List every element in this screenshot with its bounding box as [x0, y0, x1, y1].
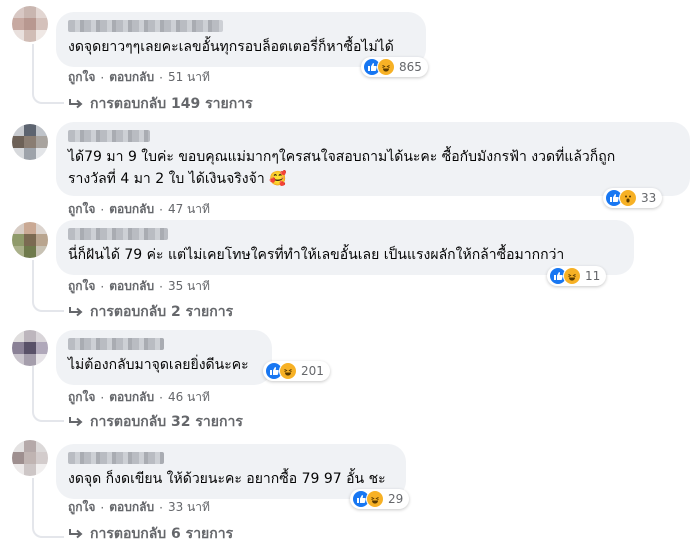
comment-text-line: ได้79 มา 9 ใบค่ะ ขอบคุณแม่มากๆใครสนใจสอบ…	[68, 149, 616, 165]
view-replies-link[interactable]: การตอบกลับ 2 รายการ	[68, 301, 233, 323]
author-name-blurred[interactable]	[68, 20, 223, 32]
avatar[interactable]	[12, 440, 48, 476]
reaction-count: 33	[641, 191, 657, 205]
reply-arrow-icon	[69, 307, 83, 317]
reply-button[interactable]: ตอบกลับ	[109, 277, 154, 296]
view-replies-link[interactable]: การตอบกลับ 149 รายการ	[68, 93, 253, 115]
comment-text: ไม่ต้องกลับมาจุดเลยยิ่งดีนะคะ	[68, 357, 249, 373]
replies-label: การตอบกลับ 149 รายการ	[90, 96, 253, 112]
comment-actions: ถูกใจ · ตอบกลับ · 35 นาที	[68, 277, 210, 296]
replies-label: การตอบกลับ 6 รายการ	[90, 526, 234, 542]
wow-reaction-icon	[619, 189, 637, 207]
replies-label: การตอบกลับ 2 รายการ	[90, 304, 234, 320]
author-name-blurred[interactable]	[68, 452, 164, 464]
timestamp[interactable]: 33 นาที	[168, 498, 210, 517]
like-button[interactable]: ถูกใจ	[68, 388, 95, 407]
haha-reaction-icon	[563, 267, 581, 285]
comment-actions: ถูกใจ · ตอบกลับ · 46 นาที	[68, 388, 210, 407]
view-replies-link[interactable]: การตอบกลับ 32 รายการ	[68, 411, 243, 433]
avatar[interactable]	[12, 124, 48, 160]
comment-1: งดจุดยาวๆๆเลยคะเลขอั้นทุกรอบล็อตเตอรี่ก็…	[0, 0, 700, 118]
like-button[interactable]: ถูกใจ	[68, 68, 95, 87]
thread-curve	[32, 90, 64, 104]
thread-curve	[32, 524, 64, 538]
avatar[interactable]	[12, 330, 48, 366]
separator-dot: ·	[159, 202, 163, 217]
like-button[interactable]: ถูกใจ	[68, 498, 95, 517]
comment-3: นี่ก็ฝันได้ 79 ค่ะ แต่ไม่เคยโทษใครที่ทำใ…	[0, 216, 700, 324]
reply-arrow-icon	[69, 529, 83, 539]
like-button[interactable]: ถูกใจ	[68, 277, 95, 296]
reaction-count: 11	[585, 269, 601, 283]
thread-line	[32, 44, 34, 90]
comment-2: ได้79 มา 9 ใบค่ะ ขอบคุณแม่มากๆใครสนใจสอบ…	[0, 118, 700, 217]
separator-dot: ·	[100, 202, 105, 217]
view-replies-link[interactable]: การตอบกลับ 6 รายการ	[68, 523, 233, 545]
separator-dot: ·	[159, 500, 163, 515]
timestamp[interactable]: 35 นาที	[168, 277, 210, 296]
reply-button[interactable]: ตอบกลับ	[109, 68, 154, 87]
avatar[interactable]	[12, 222, 48, 258]
separator-dot: ·	[100, 500, 105, 515]
thread-curve	[32, 298, 64, 312]
reply-button[interactable]: ตอบกลับ	[109, 388, 154, 407]
avatar[interactable]	[12, 6, 48, 42]
thread-line	[32, 260, 34, 298]
haha-reaction-icon	[377, 58, 395, 76]
thread-curve	[32, 408, 64, 422]
comment-bubble: ได้79 มา 9 ใบค่ะ ขอบคุณแม่มากๆใครสนใจสอบ…	[56, 122, 690, 196]
reaction-summary[interactable]: 29	[350, 489, 410, 509]
comment-text: งดจุด ก็งดเขียน ให้ด้วยนะคะ อยากซื้อ 79 …	[68, 471, 386, 487]
reaction-count: 29	[388, 492, 404, 506]
thread-line	[32, 478, 34, 524]
separator-dot: ·	[100, 70, 105, 85]
separator-dot: ·	[100, 279, 105, 294]
comment-text: งดจุดยาวๆๆเลยคะเลขอั้นทุกรอบล็อตเตอรี่ก็…	[68, 39, 394, 55]
timestamp[interactable]: 51 นาที	[168, 68, 210, 87]
timestamp[interactable]: 46 นาที	[168, 388, 210, 407]
thread-line	[32, 366, 34, 408]
reaction-summary[interactable]: 33	[603, 188, 663, 208]
reply-arrow-icon	[69, 417, 83, 427]
reply-button[interactable]: ตอบกลับ	[109, 498, 154, 517]
comment-5: งดจุด ก็งดเขียน ให้ด้วยนะคะ อยากซื้อ 79 …	[0, 434, 700, 542]
author-name-blurred[interactable]	[68, 130, 150, 142]
comment-4: ไม่ต้องกลับมาจุดเลยยิ่งดีนะคะ 201 ถูกใจ …	[0, 324, 700, 434]
reaction-summary[interactable]: 865	[361, 57, 428, 77]
separator-dot: ·	[159, 70, 163, 85]
reply-arrow-icon	[69, 99, 83, 109]
comment-bubble: นี่ก็ฝันได้ 79 ค่ะ แต่ไม่เคยโทษใครที่ทำใ…	[56, 220, 634, 275]
reaction-summary[interactable]: 201	[263, 361, 330, 381]
author-name-blurred[interactable]	[68, 338, 164, 350]
haha-reaction-icon	[366, 490, 384, 508]
separator-dot: ·	[159, 279, 163, 294]
replies-label: การตอบกลับ 32 รายการ	[90, 414, 243, 430]
comment-actions: ถูกใจ · ตอบกลับ · 33 นาที	[68, 498, 210, 517]
comment-text: นี่ก็ฝันได้ 79 ค่ะ แต่ไม่เคยโทษใครที่ทำใ…	[68, 247, 565, 263]
reaction-summary[interactable]: 11	[547, 266, 607, 286]
haha-reaction-icon	[279, 362, 297, 380]
reaction-count: 201	[301, 364, 324, 378]
comment-actions: ถูกใจ · ตอบกลับ · 51 นาที	[68, 68, 210, 87]
separator-dot: ·	[100, 390, 105, 405]
separator-dot: ·	[159, 390, 163, 405]
comment-bubble: ไม่ต้องกลับมาจุดเลยยิ่งดีนะคะ	[56, 330, 272, 385]
comment-text-line: รางวัลที่ 4 มา 2 ใบ ได้เงินจริงจ้า 🥰	[68, 171, 287, 187]
reaction-count: 865	[399, 60, 422, 74]
author-name-blurred[interactable]	[68, 228, 168, 240]
